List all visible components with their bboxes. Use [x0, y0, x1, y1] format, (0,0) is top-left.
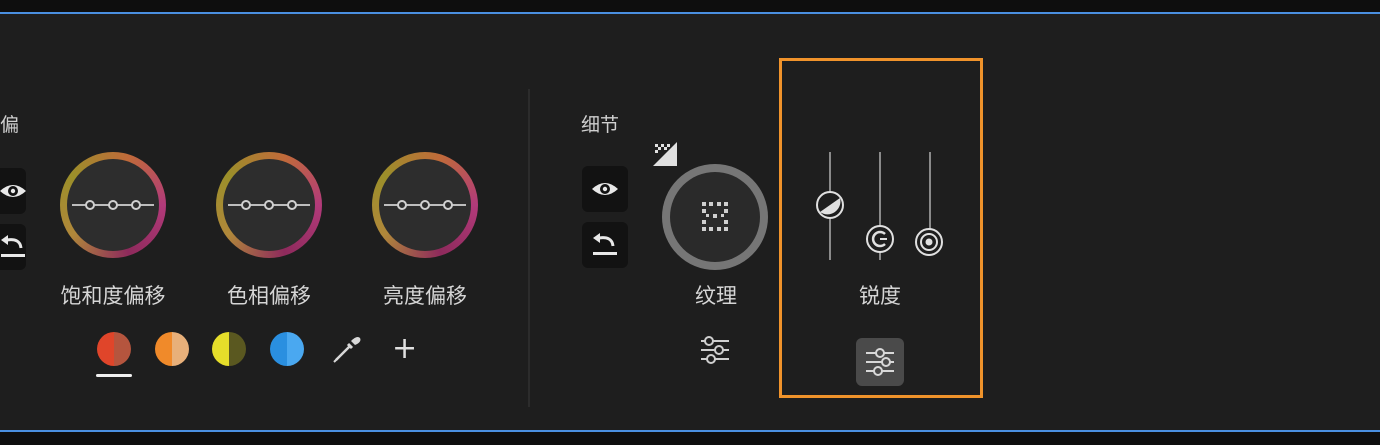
- undo-icon: [1, 235, 25, 257]
- sharpness-highlight-box: [779, 58, 983, 398]
- hue-shift-wheel[interactable]: [216, 152, 322, 258]
- luminance-shift-label: 亮度偏移: [383, 284, 467, 308]
- swatch-blue[interactable]: [270, 332, 304, 366]
- eye-icon: [592, 183, 618, 195]
- undo-icon: [593, 233, 617, 255]
- eyedropper-button[interactable]: [330, 332, 364, 370]
- three-point-curve-icon: [228, 200, 310, 210]
- color-detail-panel: 偏 饱和度偏移 色相偏移 亮度偏移 + 细节 纹理 锐度: [0, 12, 1380, 432]
- three-point-curve-icon: [72, 200, 154, 210]
- texture-grid-icon: [702, 202, 728, 231]
- visibility-toggle-button-left[interactable]: [0, 168, 26, 214]
- saturation-shift-wheel[interactable]: [60, 152, 166, 258]
- swatch-yellow[interactable]: [212, 332, 246, 366]
- reset-button-left[interactable]: [0, 224, 26, 270]
- section-title-partial: 偏: [0, 114, 20, 136]
- eye-icon: [0, 185, 26, 197]
- selected-swatch-indicator: [96, 374, 132, 377]
- texture-label: 纹理: [695, 284, 737, 308]
- section-divider: [528, 89, 530, 407]
- hue-shift-label: 色相偏移: [227, 284, 311, 308]
- three-point-curve-icon: [384, 200, 466, 210]
- swatch-orange[interactable]: [155, 332, 189, 366]
- luminance-shift-wheel[interactable]: [372, 152, 478, 258]
- eyedropper-icon: [333, 337, 361, 363]
- detail-visibility-toggle-button[interactable]: [582, 166, 628, 212]
- texture-wheel[interactable]: [662, 164, 768, 270]
- detail-section-title: 细节: [581, 114, 620, 136]
- swatch-red[interactable]: [97, 332, 131, 366]
- sliders-icon: [701, 336, 729, 364]
- add-color-button[interactable]: +: [392, 332, 417, 366]
- texture-settings-button[interactable]: [697, 332, 733, 372]
- saturation-shift-label: 饱和度偏移: [60, 284, 166, 308]
- detail-reset-button[interactable]: [582, 222, 628, 268]
